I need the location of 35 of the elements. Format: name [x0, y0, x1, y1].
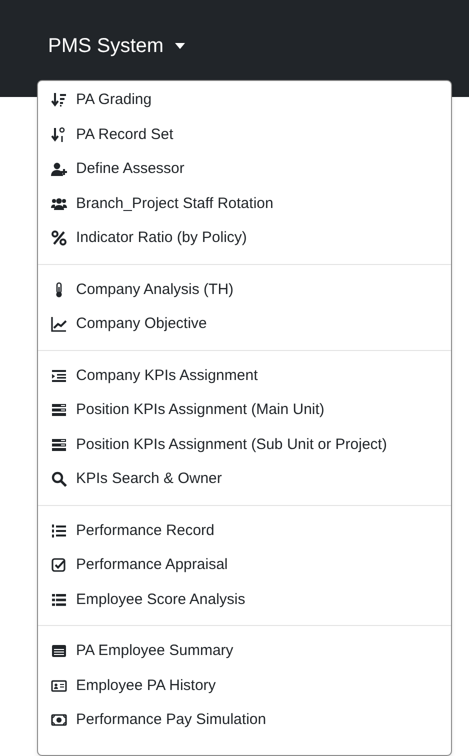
menu-item[interactable]: Define Assessor — [38, 152, 451, 186]
menu-item[interactable]: Branch_Project Staff Rotation — [38, 186, 451, 221]
menu-item[interactable]: Company Analysis (TH) — [38, 272, 451, 307]
line-chart-icon — [51, 316, 67, 332]
menu-item[interactable]: Position KPIs Assignment (Main Unit) — [38, 393, 451, 428]
menu-item[interactable]: Employee Score Analysis — [38, 582, 451, 617]
checkbox-icon — [51, 557, 67, 574]
stacked-list-icon — [51, 402, 67, 418]
users-icon — [51, 196, 67, 212]
user-plus-icon — [51, 161, 67, 178]
banknote-icon — [51, 712, 67, 728]
numbered-list-icon — [51, 522, 67, 539]
menu-item[interactable]: Company Objective — [38, 307, 451, 342]
menu-item[interactable]: Performance Pay Simulation — [38, 703, 451, 738]
card-list-icon — [51, 643, 67, 660]
menu-item[interactable]: PA Employee Summary — [38, 634, 451, 668]
menu-item[interactable]: Performance Record — [38, 514, 451, 548]
caret-icon — [174, 42, 186, 50]
menu-item[interactable]: Employee PA History — [38, 668, 451, 703]
menu-item[interactable]: Position KPIs Assignment (Sub Unit or Project) — [38, 428, 451, 462]
indent-list-icon — [51, 368, 67, 384]
menu-item[interactable]: Indicator Ratio (by Policy) — [38, 221, 451, 256]
percent-icon — [51, 230, 67, 246]
brand-dropdown-toggle[interactable]: PMS System — [48, 32, 186, 60]
menu-item[interactable]: PA Grading — [38, 83, 451, 118]
search-icon — [51, 471, 67, 488]
menu-item[interactable]: KPIs Search & Owner — [38, 462, 451, 496]
menu-item[interactable]: Company KPIs Assignment — [38, 358, 451, 393]
menu-item[interactable]: PA Record Set — [38, 118, 451, 152]
menu-item[interactable]: Performance Appraisal — [38, 548, 451, 582]
sort-down-icon — [51, 92, 67, 108]
list-icon — [51, 592, 67, 608]
stacked-list-icon — [51, 436, 67, 453]
sort-numeric-icon — [51, 126, 67, 143]
id-card-icon — [51, 678, 67, 694]
